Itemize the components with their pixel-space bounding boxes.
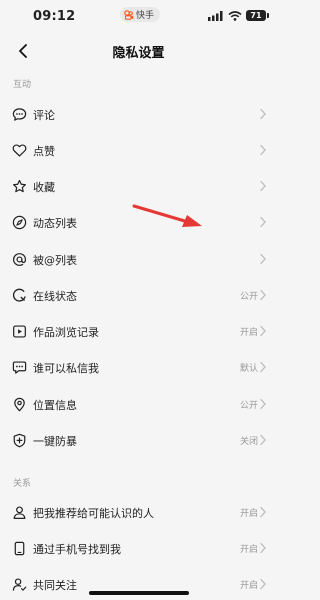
chevron-right-icon (260, 325, 266, 337)
row-favorites[interactable]: 收藏 (0, 171, 277, 201)
row-label: 作品浏览记录 (33, 326, 99, 339)
section-header-relations: 关系 (13, 479, 32, 489)
section-header-interaction: 互动 (13, 80, 32, 90)
shield-plus-icon (11, 432, 27, 448)
location-icon (11, 396, 27, 412)
row-value: 开启 (239, 328, 258, 338)
row-value: 开启 (239, 509, 258, 519)
row-recommend-me[interactable]: 把我推荐给可能认识的人 开启 (0, 497, 277, 527)
chevron-right-icon (260, 144, 266, 156)
row-value: 关闭 (239, 437, 258, 447)
row-value: 开启 (239, 581, 258, 591)
red-arrow-annotation (132, 204, 202, 227)
row-value: 公开 (239, 292, 258, 302)
star-icon (11, 178, 27, 194)
status-bar: 09:12 快手 71 (0, 0, 277, 34)
row-anti-harassment[interactable]: 一键防暴 关闭 (0, 425, 277, 455)
wifi-icon (228, 10, 242, 21)
row-label: 共同关注 (33, 579, 77, 592)
chevron-right-icon (260, 578, 266, 590)
row-label: 通过手机号找到我 (33, 543, 121, 556)
row-label: 动态列表 (33, 217, 77, 230)
chevron-right-icon (260, 542, 266, 554)
row-who-can-message[interactable]: 谁可以私信我 默认 (0, 352, 277, 382)
status-time: 09:12 (33, 9, 76, 24)
row-label: 一键防暴 (33, 435, 77, 448)
status-icons: 71 (208, 10, 269, 21)
row-label: 评论 (33, 109, 55, 122)
row-label: 把我推荐给可能认识的人 (33, 507, 154, 520)
app-badge-label: 快手 (136, 11, 155, 21)
row-label: 在线状态 (33, 290, 77, 303)
row-label: 被@列表 (33, 254, 77, 267)
online-status-icon (11, 287, 27, 303)
chevron-right-icon (260, 289, 266, 301)
browse-history-icon (11, 323, 27, 339)
chevron-right-icon (260, 398, 266, 410)
at-icon (11, 251, 27, 267)
chevron-right-icon (260, 108, 266, 120)
row-label: 谁可以私信我 (33, 362, 99, 375)
row-find-by-phone[interactable]: 通过手机号找到我 开启 (0, 533, 277, 563)
comment-icon (11, 106, 27, 122)
message-icon (11, 359, 27, 375)
row-value: 开启 (239, 545, 258, 555)
chevron-right-icon (260, 180, 266, 192)
person-icon (11, 504, 27, 520)
heart-icon (11, 142, 27, 158)
row-likes[interactable]: 点赞 (0, 135, 277, 165)
phone-icon (11, 540, 27, 556)
chevron-right-icon (260, 361, 266, 373)
chevron-right-icon (260, 506, 266, 518)
row-value: 默认 (239, 364, 258, 374)
row-label: 收藏 (33, 181, 55, 194)
page-title: 隐私设置 (112, 46, 165, 61)
row-online-status[interactable]: 在线状态 公开 (0, 280, 277, 310)
row-location-info[interactable]: 位置信息 公开 (0, 389, 277, 419)
chevron-right-icon (260, 216, 266, 228)
row-browse-history[interactable]: 作品浏览记录 开启 (0, 316, 277, 346)
row-comments[interactable]: 评论 (0, 99, 277, 129)
row-label: 点赞 (33, 145, 55, 158)
battery-icon: 71 (246, 10, 269, 21)
row-mention-list[interactable]: 被@列表 (0, 244, 277, 274)
compass-icon (11, 214, 27, 230)
chevron-right-icon (260, 434, 266, 446)
home-indicator[interactable] (89, 591, 189, 595)
kuaishou-logo-icon (124, 9, 134, 20)
app-return-badge[interactable]: 快手 (120, 7, 161, 22)
row-value: 公开 (239, 401, 258, 411)
nav-bar: 隐私设置 (0, 34, 277, 70)
mutual-follow-icon (11, 576, 27, 592)
chevron-right-icon (260, 253, 266, 265)
row-label: 位置信息 (33, 399, 77, 412)
signal-icon (208, 10, 223, 21)
